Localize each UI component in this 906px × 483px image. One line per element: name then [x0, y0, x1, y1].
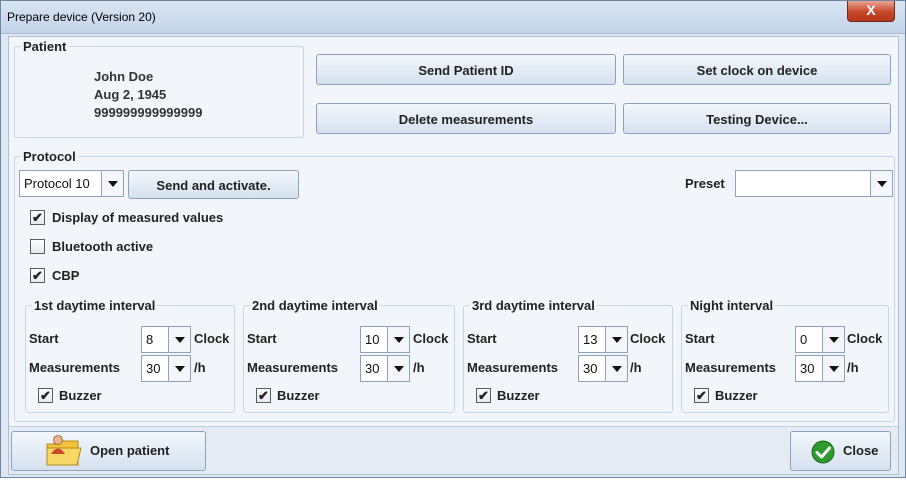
- interval-group-2: 2nd daytime interval Start 10 Clock Meas…: [243, 298, 455, 413]
- chevron-down-icon[interactable]: [822, 356, 844, 381]
- patient-birthdate: Aug 2, 1945: [94, 87, 167, 102]
- close-label: Close: [843, 443, 879, 458]
- chevron-down-icon[interactable]: [168, 356, 190, 381]
- open-patient-label: Open patient: [90, 443, 170, 458]
- chevron-down-icon[interactable]: [168, 327, 190, 352]
- green-check-icon: [811, 440, 835, 464]
- interval-title: Night interval: [688, 298, 776, 313]
- start-select[interactable]: 13: [578, 326, 628, 353]
- patient-group: Patient John Doe Aug 2, 1945 99999999999…: [14, 39, 304, 138]
- title-bar: Prepare device (Version 20) X: [1, 1, 905, 34]
- open-patient-button[interactable]: Open patient: [11, 431, 206, 471]
- testing-device-button[interactable]: Testing Device...: [623, 103, 891, 134]
- display-values-checkbox[interactable]: ✔: [30, 210, 45, 225]
- measurements-value: 30: [583, 361, 598, 376]
- bluetooth-checkbox[interactable]: [30, 239, 45, 254]
- delete-measurements-button[interactable]: Delete measurements: [316, 103, 616, 134]
- start-label: Start: [247, 331, 277, 346]
- start-label: Start: [29, 331, 59, 346]
- start-value: 8: [146, 332, 154, 347]
- send-patient-id-button[interactable]: Send Patient ID: [316, 54, 616, 85]
- protocol-group: Protocol Protocol 10 Send and activate. …: [14, 149, 895, 422]
- buzzer-label: Buzzer: [277, 388, 320, 403]
- buzzer-label: Buzzer: [497, 388, 540, 403]
- measurements-label: Measurements: [247, 360, 339, 375]
- chevron-down-icon[interactable]: [822, 327, 844, 352]
- window-title: Prepare device (Version 20): [7, 10, 156, 24]
- measurements-label: Measurements: [29, 360, 121, 375]
- clock-unit-label: Clock: [630, 331, 666, 346]
- chevron-down-icon[interactable]: [870, 171, 892, 196]
- dialog-body: Patient John Doe Aug 2, 1945 99999999999…: [8, 36, 899, 475]
- interval-title: 2nd daytime interval: [250, 298, 380, 313]
- window-close-button[interactable]: X: [847, 1, 895, 22]
- chevron-down-icon[interactable]: [605, 356, 627, 381]
- close-button[interactable]: Close: [790, 431, 891, 471]
- patient-legend: Patient: [21, 39, 69, 54]
- buzzer-label: Buzzer: [715, 388, 758, 403]
- protocol-legend: Protocol: [21, 149, 78, 164]
- measurements-label: Measurements: [685, 360, 777, 375]
- protocol-select-value: Protocol 10: [24, 176, 90, 191]
- dialog-window: Prepare device (Version 20) X Patient Jo…: [0, 0, 906, 478]
- bluetooth-label: Bluetooth active: [52, 239, 154, 254]
- measurements-label: Measurements: [467, 360, 559, 375]
- per-hour-label: /h: [413, 360, 425, 375]
- start-select[interactable]: 10: [360, 326, 410, 353]
- preset-select[interactable]: [735, 170, 893, 197]
- interval-title: 3rd daytime interval: [470, 298, 597, 313]
- patient-name: John Doe: [94, 69, 154, 84]
- measurements-select[interactable]: 30: [360, 355, 410, 382]
- cbp-checkbox[interactable]: ✔: [30, 268, 45, 283]
- interval-group-3: 3rd daytime interval Start 13 Clock Meas…: [463, 298, 673, 413]
- buzzer-checkbox[interactable]: ✔: [38, 388, 53, 403]
- cbp-label: CBP: [52, 268, 80, 283]
- start-label: Start: [467, 331, 497, 346]
- chevron-down-icon[interactable]: [605, 327, 627, 352]
- start-select[interactable]: 0: [795, 326, 845, 353]
- start-select[interactable]: 8: [141, 326, 191, 353]
- per-hour-label: /h: [847, 360, 859, 375]
- chevron-down-icon[interactable]: [387, 327, 409, 352]
- measurements-value: 30: [365, 361, 380, 376]
- interval-group-1: 1st daytime interval Start 8 Clock Measu…: [25, 298, 235, 413]
- clock-unit-label: Clock: [413, 331, 449, 346]
- start-value: 0: [800, 332, 808, 347]
- measurements-select[interactable]: 30: [141, 355, 191, 382]
- measurements-value: 30: [146, 361, 161, 376]
- measurements-select[interactable]: 30: [578, 355, 628, 382]
- clock-unit-label: Clock: [847, 331, 883, 346]
- display-values-label: Display of measured values: [52, 210, 224, 225]
- per-hour-label: /h: [194, 360, 206, 375]
- start-value: 13: [583, 332, 598, 347]
- start-value: 10: [365, 332, 380, 347]
- send-activate-button[interactable]: Send and activate.: [128, 170, 299, 199]
- patient-id: 999999999999999: [94, 105, 203, 120]
- folder-person-icon: [44, 434, 84, 468]
- buzzer-checkbox[interactable]: ✔: [694, 388, 709, 403]
- interval-title: 1st daytime interval: [32, 298, 158, 313]
- button-bar: Open patient Close: [9, 426, 898, 474]
- interval-group-night: Night interval Start 0 Clock Measurement…: [681, 298, 889, 413]
- start-label: Start: [685, 331, 715, 346]
- clock-unit-label: Clock: [194, 331, 230, 346]
- measurements-value: 30: [800, 361, 815, 376]
- chevron-down-icon[interactable]: [387, 356, 409, 381]
- buzzer-checkbox[interactable]: ✔: [476, 388, 491, 403]
- chevron-down-icon[interactable]: [101, 171, 123, 196]
- per-hour-label: /h: [630, 360, 642, 375]
- buzzer-checkbox[interactable]: ✔: [256, 388, 271, 403]
- set-clock-button[interactable]: Set clock on device: [623, 54, 891, 85]
- buzzer-label: Buzzer: [59, 388, 102, 403]
- protocol-select[interactable]: Protocol 10: [19, 170, 124, 197]
- preset-label: Preset: [685, 176, 725, 191]
- measurements-select[interactable]: 30: [795, 355, 845, 382]
